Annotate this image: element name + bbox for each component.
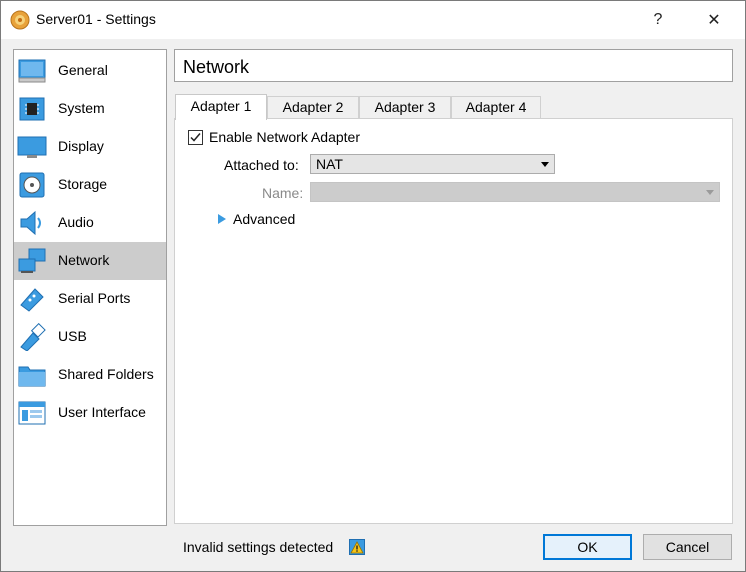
section-header: Network xyxy=(174,49,733,82)
name-select xyxy=(310,182,720,202)
attached-to-value: NAT xyxy=(316,156,343,172)
serial-port-icon xyxy=(20,288,44,312)
advanced-toggle[interactable]: Advanced xyxy=(233,211,295,227)
sidebar-item-label: Serial Ports xyxy=(58,290,131,306)
section-title: Network xyxy=(183,57,250,77)
usb-icon xyxy=(20,323,46,351)
attached-to-select[interactable]: NAT xyxy=(310,154,555,174)
settings-sidebar: General System Display Storage Audio Net… xyxy=(13,49,167,526)
system-chip-icon xyxy=(19,97,45,121)
sidebar-item-audio[interactable]: Audio xyxy=(14,204,166,242)
enable-adapter-label[interactable]: Enable Network Adapter xyxy=(209,129,360,145)
sidebar-item-network[interactable]: Network xyxy=(14,242,166,280)
name-label: Name: xyxy=(262,185,304,201)
title-bar: Server01 - Settings ? ✕ xyxy=(1,1,745,39)
storage-disk-icon xyxy=(19,172,45,198)
sidebar-item-label: System xyxy=(58,100,105,116)
display-monitor-icon xyxy=(17,136,47,158)
tab-adapter-2[interactable]: Adapter 2 xyxy=(267,96,359,118)
status-message: Invalid settings detected xyxy=(183,539,334,555)
audio-speaker-icon xyxy=(20,210,41,236)
virtualbox-app-icon xyxy=(10,10,30,30)
sidebar-item-general[interactable]: General xyxy=(14,52,166,90)
checkmark-icon xyxy=(190,133,201,142)
user-interface-icon xyxy=(18,401,46,425)
sidebar-item-shared-folders[interactable]: Shared Folders xyxy=(14,356,166,394)
sidebar-item-user-interface[interactable]: User Interface xyxy=(14,394,166,432)
close-button[interactable]: ✕ xyxy=(691,1,737,39)
network-icon xyxy=(18,248,46,273)
tab-adapter-3[interactable]: Adapter 3 xyxy=(359,96,451,118)
dropdown-arrow-icon xyxy=(541,162,549,167)
general-icon xyxy=(18,59,46,83)
warning-icon[interactable] xyxy=(349,539,365,555)
help-button[interactable]: ? xyxy=(635,1,681,39)
sidebar-item-label: Storage xyxy=(58,176,108,192)
enable-adapter-checkbox[interactable] xyxy=(188,130,203,145)
shared-folder-icon xyxy=(18,366,46,387)
sidebar-item-label: User Interface xyxy=(58,404,146,420)
sidebar-item-label: Display xyxy=(58,138,104,154)
sidebar-item-label: Shared Folders xyxy=(58,366,154,382)
tab-adapter-4[interactable]: Adapter 4 xyxy=(451,96,541,118)
ok-button[interactable]: OK xyxy=(543,534,632,560)
sidebar-item-label: USB xyxy=(58,328,87,344)
sidebar-item-label: General xyxy=(58,62,108,78)
adapter-panel: Enable Network Adapter Attached to: NAT … xyxy=(174,118,733,524)
sidebar-item-label: Network xyxy=(58,252,110,268)
sidebar-item-label: Audio xyxy=(58,214,94,230)
sidebar-item-storage[interactable]: Storage xyxy=(14,166,166,204)
sidebar-item-usb[interactable]: USB xyxy=(14,318,166,356)
sidebar-item-system[interactable]: System xyxy=(14,90,166,128)
sidebar-item-serial-ports[interactable]: Serial Ports xyxy=(14,280,166,318)
cancel-button[interactable]: Cancel xyxy=(643,534,732,560)
dropdown-arrow-icon xyxy=(706,190,714,195)
sidebar-item-display[interactable]: Display xyxy=(14,128,166,166)
tab-adapter-1[interactable]: Adapter 1 xyxy=(175,94,267,120)
attached-to-label: Attached to: xyxy=(224,157,299,173)
window-title: Server01 - Settings xyxy=(36,11,156,27)
expand-arrow-icon[interactable] xyxy=(218,214,226,224)
settings-window: Server01 - Settings ? ✕ General System D… xyxy=(0,0,746,572)
